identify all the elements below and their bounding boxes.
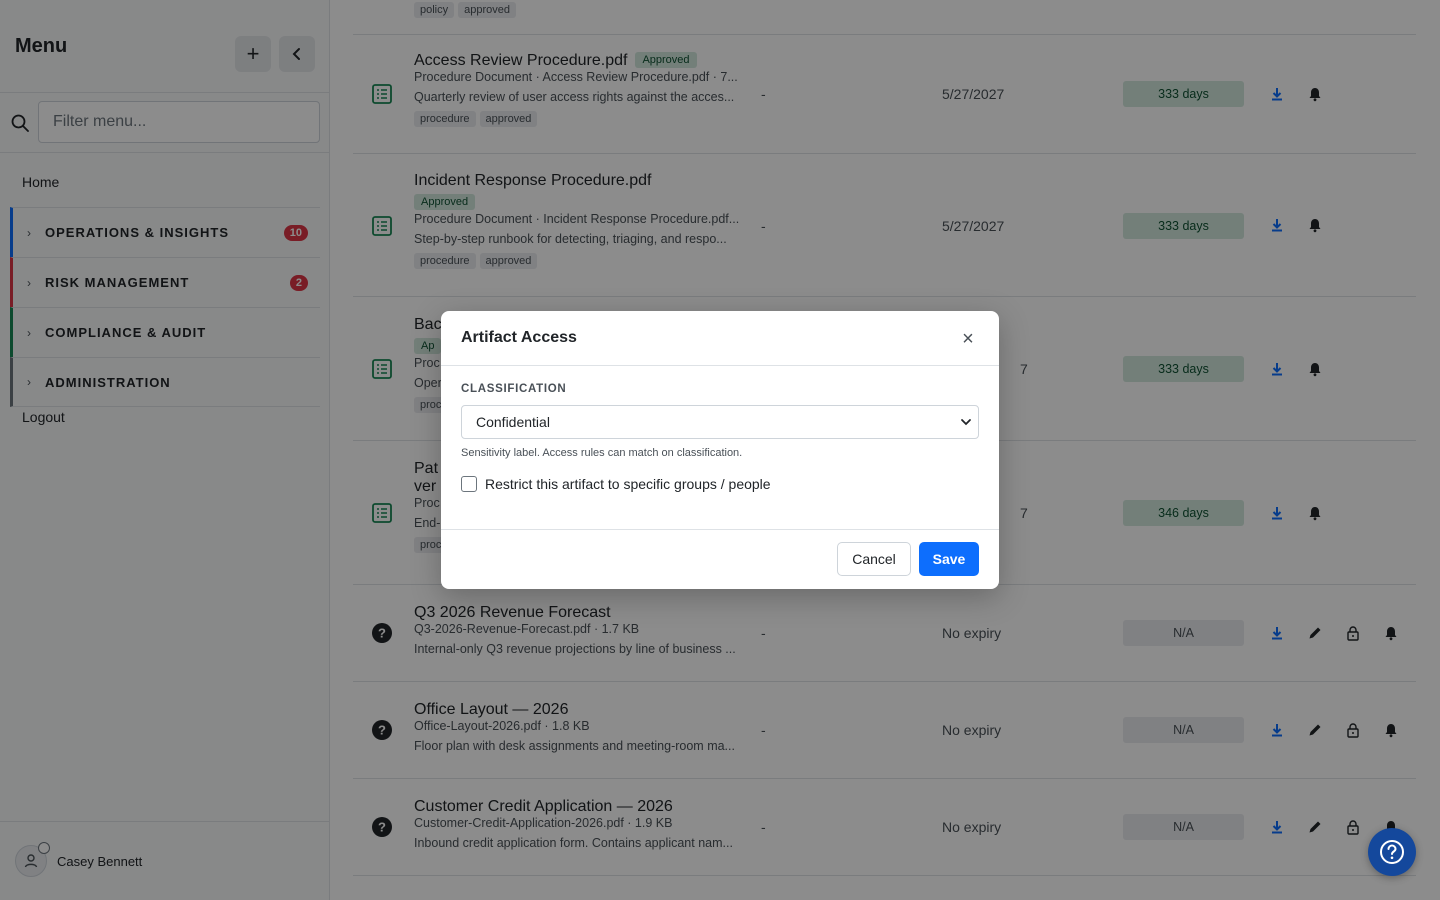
help-button[interactable] [1368,828,1416,876]
chevron-down-icon [961,419,971,426]
question-circle-icon [1380,840,1404,864]
modal-body: CLASSIFICATION Confidential Sensitivity … [441,366,999,530]
cancel-button[interactable]: Cancel [837,542,911,576]
restrict-option: Restrict this artifact to specific group… [461,476,979,492]
classification-value: Confidential [476,414,550,430]
close-icon[interactable]: × [959,328,977,350]
save-button[interactable]: Save [919,542,979,576]
classification-help-text: Sensitivity label. Access rules can matc… [461,447,743,459]
modal-title: Artifact Access [461,329,577,346]
modal-footer: Cancel Save [441,530,999,588]
restrict-checkbox[interactable] [461,476,477,492]
artifact-access-dialog: Artifact Access × CLASSIFICATION Confide… [441,311,999,589]
modal-header: Artifact Access × [441,311,999,366]
classification-label: CLASSIFICATION [461,383,567,395]
classification-select[interactable]: Confidential [461,405,979,439]
restrict-checkbox-label[interactable]: Restrict this artifact to specific group… [485,476,771,492]
